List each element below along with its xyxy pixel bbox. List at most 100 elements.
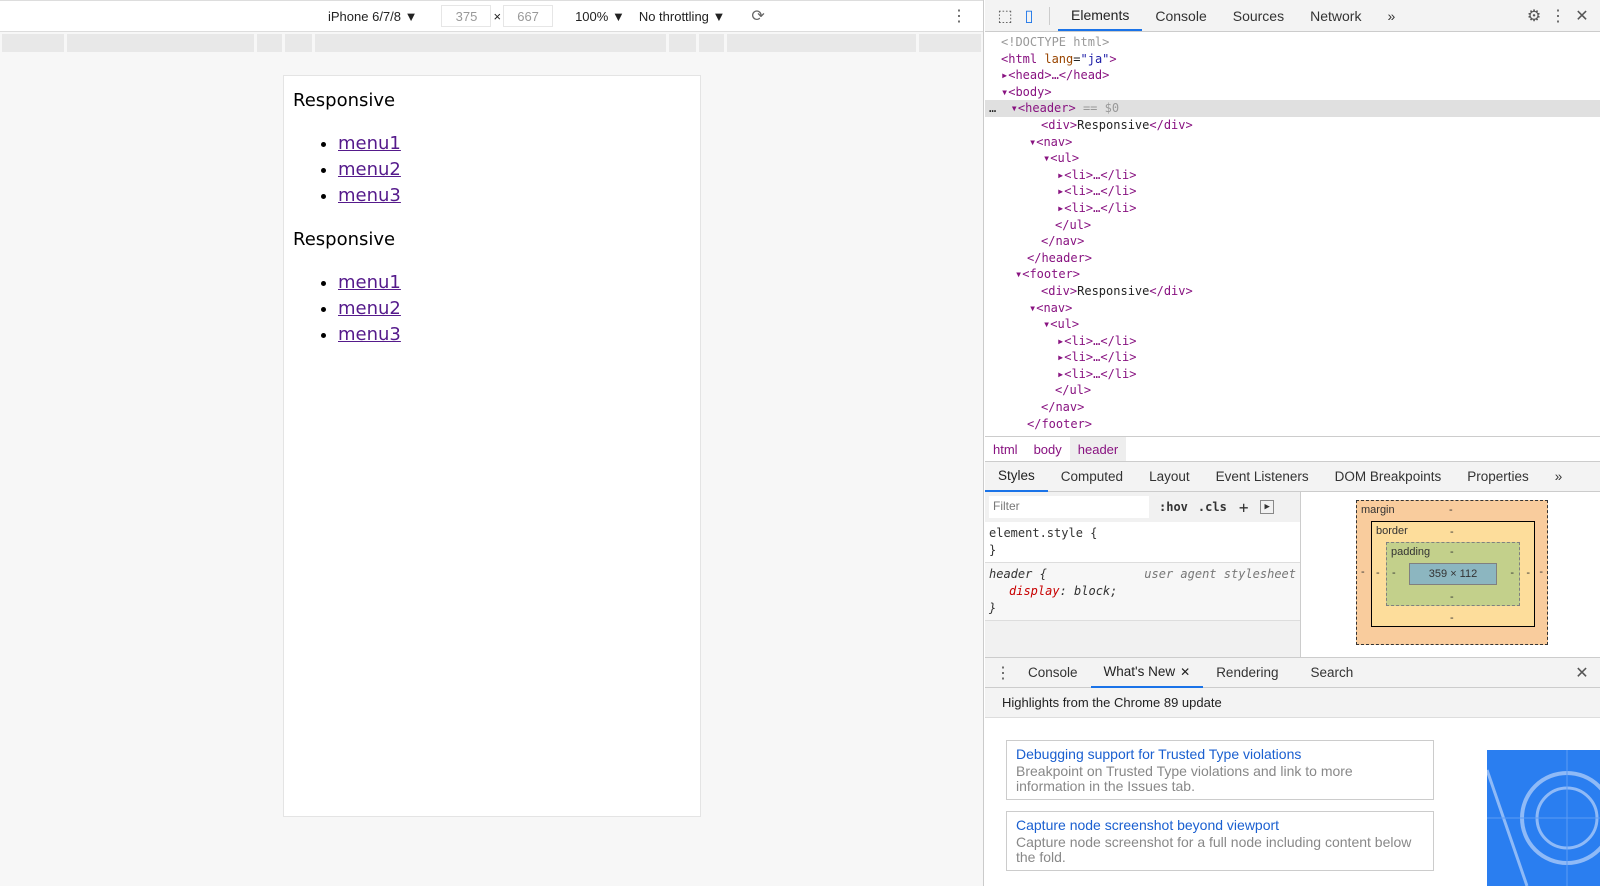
breadcrumb-header[interactable]: header	[1069, 437, 1127, 461]
rotate-icon[interactable]: ⟳	[751, 6, 764, 26]
card-title[interactable]: Debugging support for Trusted Type viola…	[1016, 746, 1424, 762]
tab-styles[interactable]: Styles	[985, 462, 1048, 492]
dom-node[interactable]: ▾<ul>	[985, 150, 1600, 167]
menu-link[interactable]: menu2	[338, 159, 401, 180]
header-menu: menu1 menu2 menu3	[338, 131, 691, 209]
dom-node[interactable]: </header>	[985, 250, 1600, 267]
tab-sources[interactable]: Sources	[1220, 0, 1297, 31]
whats-new-card[interactable]: Debugging support for Trusted Type viola…	[1006, 740, 1434, 800]
card-description: Breakpoint on Trusted Type violations an…	[1016, 763, 1353, 794]
more-options-icon[interactable]: ⋮	[951, 6, 967, 26]
menu-link[interactable]: menu3	[338, 324, 401, 345]
header-section: Responsive menu1 menu2 menu3	[293, 90, 691, 209]
dom-node[interactable]: <html lang="ja">	[985, 51, 1600, 68]
highlights-heading: Highlights from the Chrome 89 update	[985, 688, 1600, 718]
breadcrumb: html body header	[985, 436, 1600, 462]
settings-gear-icon[interactable]: ⚙	[1522, 4, 1546, 28]
dom-node[interactable]: ▾<footer>	[985, 266, 1600, 283]
element-style-rule[interactable]: element.style {}	[985, 522, 1300, 563]
drawer-tab-console[interactable]: Console	[1015, 658, 1091, 688]
box-content[interactable]: 359 × 112	[1409, 563, 1497, 585]
footer-section: Responsive menu1 menu2 menu3	[293, 229, 691, 348]
dom-node[interactable]: </nav>	[985, 399, 1600, 416]
toggle-sidebar-icon[interactable]: ▶	[1260, 500, 1274, 514]
drawer-tab-whats-new[interactable]: What's New ✕	[1090, 658, 1204, 688]
dom-node[interactable]: <div>Responsive</div>	[985, 117, 1600, 134]
dom-node[interactable]: ▾<nav>	[985, 300, 1600, 317]
close-devtools-icon[interactable]: ✕	[1570, 4, 1594, 28]
chrome-89-graphic	[1487, 750, 1600, 886]
dom-node[interactable]: <!DOCTYPE html>	[985, 34, 1600, 51]
media-query-bar[interactable]	[2, 34, 982, 53]
cls-button[interactable]: .cls	[1198, 500, 1227, 514]
device-select[interactable]: iPhone 6/7/8 ▼	[328, 9, 417, 24]
dom-node[interactable]: ▾<nav>	[985, 134, 1600, 151]
dom-node[interactable]: <div>Responsive</div>	[985, 283, 1600, 300]
footer-title: Responsive	[293, 229, 396, 250]
dom-node[interactable]: ▸<li>…</li>	[985, 366, 1600, 383]
tab-properties[interactable]: Properties	[1454, 462, 1542, 492]
drawer-tab-search[interactable]: Search	[1297, 658, 1366, 688]
dom-node[interactable]: ▸<li>…</li>	[985, 333, 1600, 350]
dom-node[interactable]: ▸<li>…</li>	[985, 349, 1600, 366]
card-title[interactable]: Capture node screenshot beyond viewport	[1016, 817, 1424, 833]
breadcrumb-html[interactable]: html	[985, 437, 1026, 461]
add-rule-icon[interactable]: +	[1239, 498, 1249, 517]
devtools-panel: ⬚ ▯ Elements Console Sources Network » ⚙…	[985, 0, 1600, 886]
dom-tree[interactable]: <!DOCTYPE html> <html lang="ja"> ▸<head>…	[985, 32, 1600, 436]
inspect-element-icon[interactable]: ⬚	[993, 4, 1017, 28]
dom-node[interactable]: ▸<head>…</head>	[985, 67, 1600, 84]
devtools-tabs: ⬚ ▯ Elements Console Sources Network » ⚙…	[985, 0, 1600, 32]
menu-link[interactable]: menu2	[338, 298, 401, 319]
more-options-icon[interactable]: ⋮	[1546, 4, 1570, 28]
dom-node[interactable]: ▾<ul>	[985, 316, 1600, 333]
dom-node-selected[interactable]: … ▾<header> == $0	[985, 100, 1600, 117]
phone-viewport: Responsive menu1 menu2 menu3 Responsive …	[283, 75, 701, 817]
tab-console[interactable]: Console	[1142, 0, 1219, 31]
hov-button[interactable]: :hov	[1159, 500, 1188, 514]
height-input[interactable]: 667	[503, 5, 554, 27]
drawer-tab-rendering[interactable]: Rendering	[1203, 658, 1291, 688]
width-input[interactable]: 375	[441, 5, 492, 27]
dom-node[interactable]: ▸<li>…</li>	[985, 200, 1600, 217]
dom-node[interactable]: ▸<li>…</li>	[985, 167, 1600, 184]
whats-new-card[interactable]: Capture node screenshot beyond viewport …	[1006, 811, 1434, 871]
zoom-select[interactable]: 100% ▼	[575, 9, 625, 24]
menu-link[interactable]: menu1	[338, 133, 401, 154]
tab-computed[interactable]: Computed	[1048, 462, 1136, 492]
more-tabs-button[interactable]: »	[1542, 462, 1576, 492]
tab-layout[interactable]: Layout	[1136, 462, 1203, 492]
styles-toolbar: Filter :hov .cls + ▶	[985, 492, 1300, 522]
close-tab-icon[interactable]: ✕	[1180, 665, 1190, 679]
box-model-diagram: margin - - - border - - - - padding - - …	[1301, 492, 1600, 657]
times-label: ×	[493, 8, 502, 24]
card-description: Capture node screenshot for a full node …	[1016, 834, 1412, 865]
box-border[interactable]: border - - - - padding - - - - 359 × 112	[1371, 521, 1535, 627]
header-title: Responsive	[293, 90, 396, 111]
dom-node[interactable]: </ul>	[985, 382, 1600, 399]
tab-elements[interactable]: Elements	[1058, 0, 1143, 31]
header-rule[interactable]: header {user agent stylesheet display: b…	[985, 563, 1300, 621]
menu-link[interactable]: menu3	[338, 185, 401, 206]
more-tabs-button[interactable]: »	[1374, 0, 1408, 31]
dom-node[interactable]: ▾<body>	[985, 84, 1600, 101]
breadcrumb-body[interactable]: body	[1026, 437, 1070, 461]
tab-event-listeners[interactable]: Event Listeners	[1203, 462, 1322, 492]
box-padding[interactable]: padding - - - - 359 × 112	[1386, 542, 1520, 606]
dom-node[interactable]: ▸<li>…</li>	[985, 183, 1600, 200]
throttling-select[interactable]: No throttling ▼	[639, 9, 726, 24]
close-drawer-icon[interactable]: ✕	[1570, 661, 1594, 685]
drawer-menu-icon[interactable]: ⋮	[991, 661, 1015, 685]
device-toolbar-icon[interactable]: ▯	[1017, 4, 1041, 28]
filter-input[interactable]: Filter	[989, 496, 1149, 518]
dom-node[interactable]: </footer>	[985, 416, 1600, 433]
device-toolbar: iPhone 6/7/8 ▼ 375 × 667 100% ▼ No throt…	[0, 0, 983, 32]
styles-tabs: Styles Computed Layout Event Listeners D…	[985, 462, 1600, 492]
tab-dom-breakpoints[interactable]: DOM Breakpoints	[1322, 462, 1455, 492]
device-emulation-pane: iPhone 6/7/8 ▼ 375 × 667 100% ▼ No throt…	[0, 0, 984, 886]
dom-node[interactable]: </nav>	[985, 233, 1600, 250]
menu-link[interactable]: menu1	[338, 272, 401, 293]
box-margin[interactable]: margin - - - border - - - - padding - - …	[1356, 500, 1548, 645]
tab-network[interactable]: Network	[1297, 0, 1374, 31]
dom-node[interactable]: </ul>	[985, 217, 1600, 234]
